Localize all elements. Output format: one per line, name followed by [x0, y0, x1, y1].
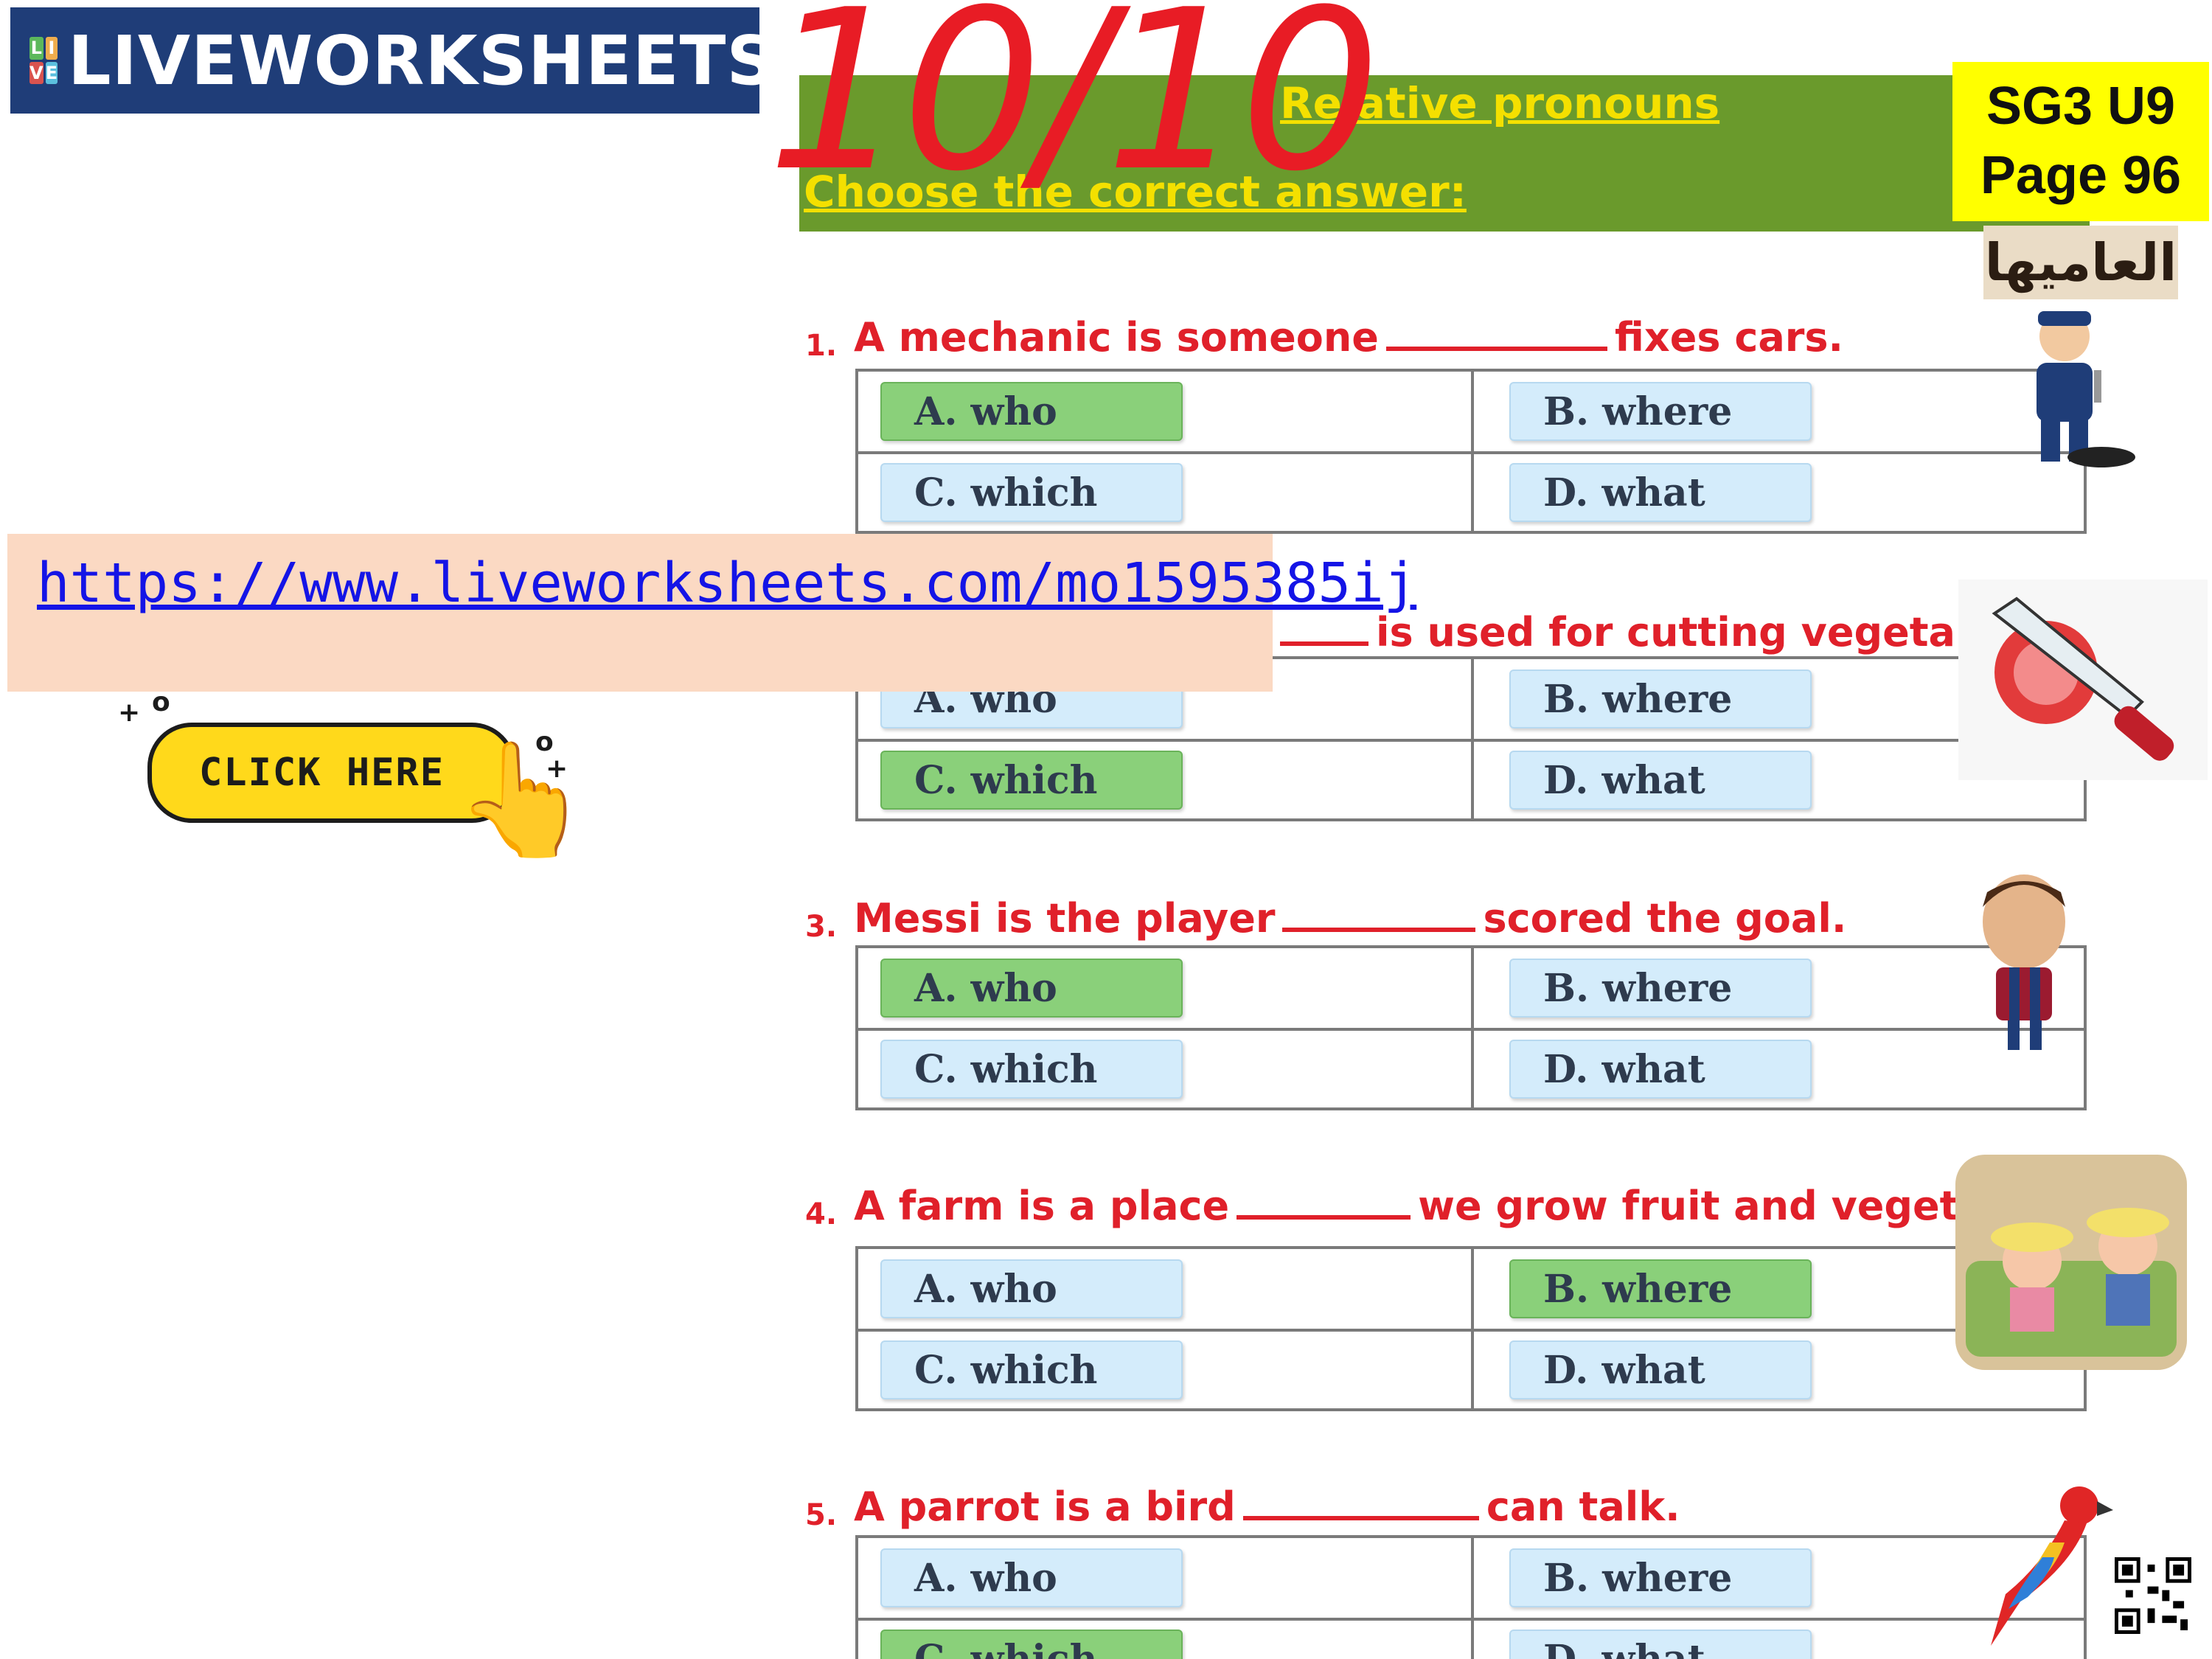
option-button[interactable]: B. where — [1509, 1259, 1812, 1318]
question-number: 5. — [805, 1498, 838, 1532]
answer-blank[interactable] — [1280, 641, 1368, 646]
question-text: is used for cutting vegetables. — [1273, 609, 2063, 655]
question-before: A farm is a place — [854, 1183, 1230, 1229]
option-button[interactable]: B. where — [1509, 1548, 1812, 1607]
click-here-label: CLICK HERE — [199, 751, 445, 795]
question-text: A mechanic is someone fixes cars. — [854, 314, 1843, 361]
option-button[interactable]: D. what — [1509, 1630, 1812, 1659]
option-cell: A. who — [858, 1249, 1471, 1329]
question-text: A farm is a place we grow fruit and veget… — [854, 1183, 2093, 1229]
football-player-icon — [1917, 870, 2131, 1054]
option-button[interactable]: A. who — [880, 1259, 1183, 1318]
answer-blank[interactable] — [1237, 1215, 1411, 1220]
option-button[interactable]: B. where — [1509, 669, 1812, 728]
answer-blank[interactable] — [1242, 1516, 1479, 1520]
option-button[interactable]: B. where — [1509, 382, 1812, 441]
logo-grid-icon: L I V E — [29, 37, 58, 84]
unit-label: SG3 U9 Page 96 — [1952, 62, 2209, 221]
option-button[interactable]: D. what — [1509, 463, 1812, 522]
knife-tomato-icon — [1958, 580, 2208, 780]
score-mark: 10/10 — [767, 0, 1381, 220]
options-grid-q3: A. who B. where C. which D. what — [855, 945, 2087, 1110]
question-text: Messi is the player scored the goal. — [854, 895, 1846, 942]
options-grid-q1: A. who B. where C. which D. what — [855, 369, 2087, 534]
question-number: 4. — [805, 1197, 838, 1231]
sparkle-icon: o — [152, 687, 170, 717]
option-button[interactable]: D. what — [1509, 751, 1812, 810]
option-cell: A. who — [858, 1538, 1471, 1618]
question-after: fixes cars. — [1614, 314, 1844, 361]
option-cell: A. who — [858, 948, 1471, 1028]
question-number: 1. — [805, 329, 838, 363]
options-grid-q5: A. who B. where C. which D. what — [855, 1535, 2087, 1659]
question-text: A parrot is a bird can talk. — [854, 1484, 1680, 1530]
pointing-hand-icon: 👆 — [454, 736, 592, 864]
option-button[interactable]: C. which — [880, 1630, 1183, 1659]
question-before: A parrot is a bird — [854, 1484, 1236, 1530]
logo-letter: V — [29, 61, 44, 84]
liveworksheets-logo: L I V E LIVEWORKSHEETS — [10, 7, 776, 114]
option-button[interactable]: C. which — [880, 751, 1183, 810]
option-button[interactable]: A. who — [880, 959, 1183, 1018]
qr-code-icon — [2115, 1557, 2191, 1634]
question-after: scored the goal. — [1483, 895, 1847, 942]
option-button[interactable]: A. who — [880, 1548, 1183, 1607]
option-button[interactable]: D. what — [1509, 1340, 1812, 1399]
farm-icon — [1951, 1150, 2191, 1374]
logo-letter: I — [45, 37, 58, 60]
page-line: Page 96 — [1980, 146, 2182, 205]
logo-letter: L — [29, 37, 44, 60]
option-button[interactable]: A. who — [880, 382, 1183, 441]
answer-blank[interactable] — [1282, 928, 1476, 932]
logo-text: LIVEWORKSHEETS — [67, 21, 776, 100]
sparkle-icon: + — [118, 698, 141, 728]
option-cell: C. which — [858, 451, 1471, 531]
option-cell: C. which — [858, 1618, 1471, 1659]
option-button[interactable]: C. which — [880, 1340, 1183, 1399]
question-after: can talk. — [1486, 1484, 1680, 1530]
option-button[interactable]: C. which — [880, 1040, 1183, 1099]
worksheet-link[interactable]: https://www.liveworksheets.com/mo1595385… — [37, 552, 1416, 615]
answer-blank[interactable] — [1385, 347, 1607, 351]
option-button[interactable]: D. what — [1509, 1040, 1812, 1099]
unit-line: SG3 U9 — [1986, 77, 2176, 136]
parrot-icon — [1961, 1476, 2124, 1650]
option-button[interactable]: B. where — [1509, 959, 1812, 1018]
option-cell: C. which — [858, 739, 1471, 818]
option-button[interactable]: C. which — [880, 463, 1183, 522]
option-cell: C. which — [858, 1028, 1471, 1107]
worksheet-url-banner: https://www.liveworksheets.com/mo1595385… — [7, 534, 1416, 692]
option-cell: A. who — [858, 372, 1471, 451]
mechanic-icon — [1976, 299, 2153, 476]
options-grid-q4: A. who B. where C. which D. what — [855, 1246, 2087, 1411]
logo-letter: E — [45, 61, 58, 84]
arabic-label: العاميها — [1983, 226, 2178, 299]
question-number: 3. — [805, 910, 838, 944]
option-cell: C. which — [858, 1329, 1471, 1408]
question-before: Messi is the player — [854, 895, 1276, 942]
question-before: A mechanic is someone — [854, 314, 1379, 361]
